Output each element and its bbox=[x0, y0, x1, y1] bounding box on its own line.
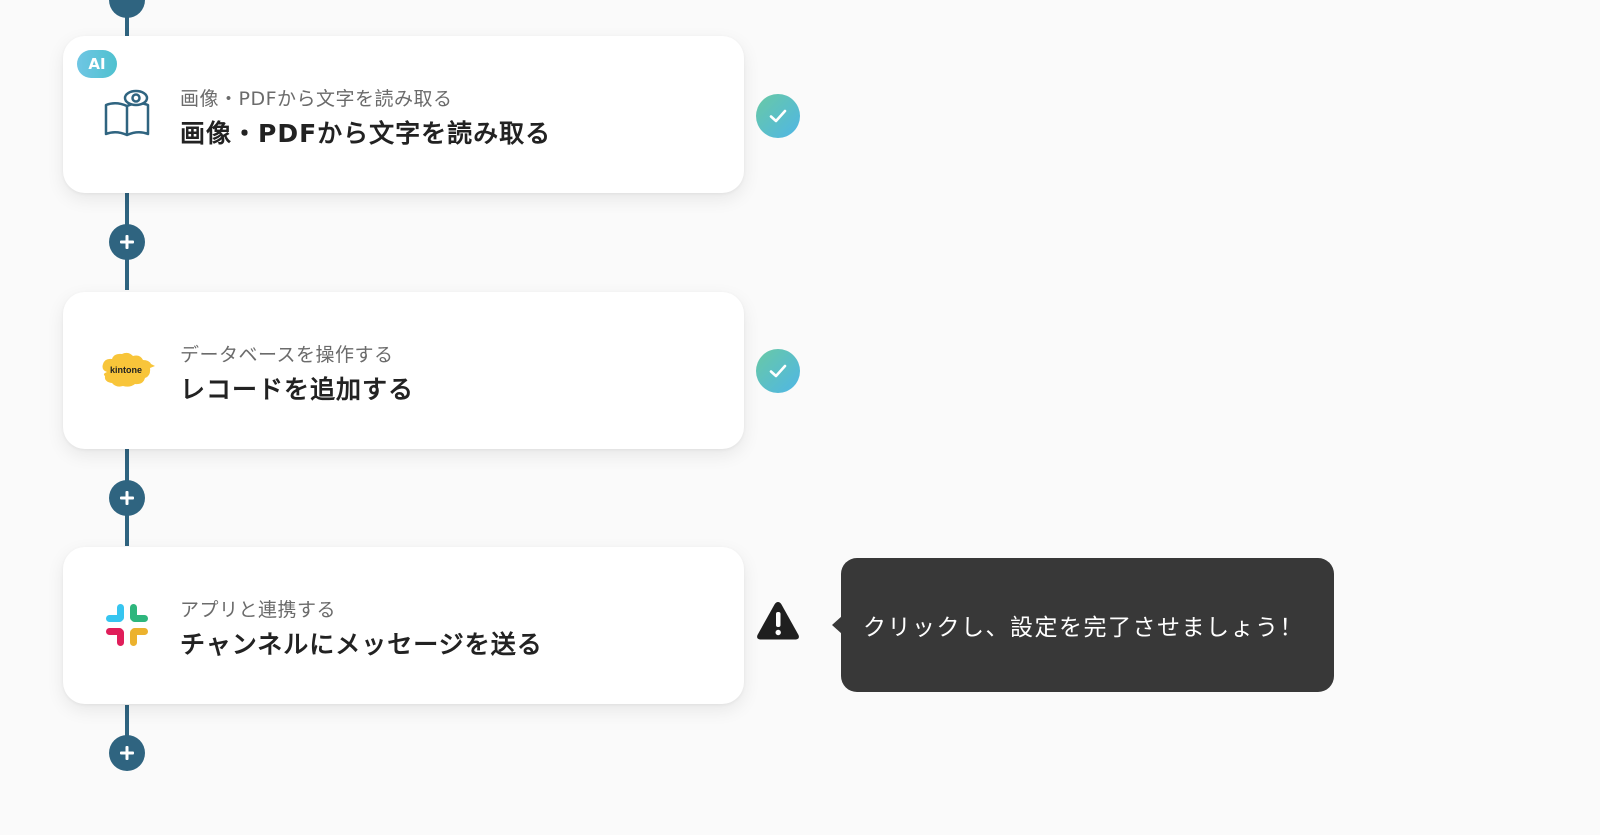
step-title: レコードを追加する bbox=[180, 375, 415, 404]
step-title: チャンネルにメッセージを送る bbox=[180, 630, 543, 659]
completed-check-icon bbox=[756, 94, 800, 138]
tooltip-arrow bbox=[832, 616, 842, 634]
setup-tooltip: クリックし、設定を完了させましょう！ bbox=[832, 558, 1334, 692]
add-step-button[interactable] bbox=[109, 735, 145, 771]
book-eye-icon bbox=[97, 84, 157, 144]
step-action-type: データベースを操作する bbox=[180, 344, 394, 366]
step-action-type: アプリと連携する bbox=[180, 599, 337, 621]
kintone-logo-icon: kintone bbox=[97, 340, 157, 400]
step-title: 画像・PDFから文字を読み取る bbox=[180, 119, 552, 148]
completed-check-icon bbox=[756, 349, 800, 393]
ai-badge: AI bbox=[77, 50, 117, 78]
add-step-button[interactable] bbox=[109, 480, 145, 516]
flow-step-card-slack[interactable]: アプリと連携する チャンネルにメッセージを送る bbox=[63, 547, 744, 704]
step-action-type: 画像・PDFから文字を読み取る bbox=[180, 88, 453, 110]
svg-text:kintone: kintone bbox=[110, 365, 142, 375]
flow-node bbox=[109, 0, 145, 18]
flow-canvas: AI 画像・PDFから文字を読み取る 画像・PDFから文字を読み取る kinto… bbox=[0, 0, 1600, 835]
tooltip-text: クリックし、設定を完了させましょう！ bbox=[863, 615, 1304, 641]
slack-logo-icon bbox=[97, 595, 157, 655]
add-step-button[interactable] bbox=[109, 224, 145, 260]
flow-step-card-kintone[interactable]: kintone データベースを操作する レコードを追加する bbox=[63, 292, 744, 449]
warning-icon bbox=[755, 599, 801, 643]
flow-step-card-ocr[interactable]: AI 画像・PDFから文字を読み取る 画像・PDFから文字を読み取る bbox=[63, 36, 744, 193]
